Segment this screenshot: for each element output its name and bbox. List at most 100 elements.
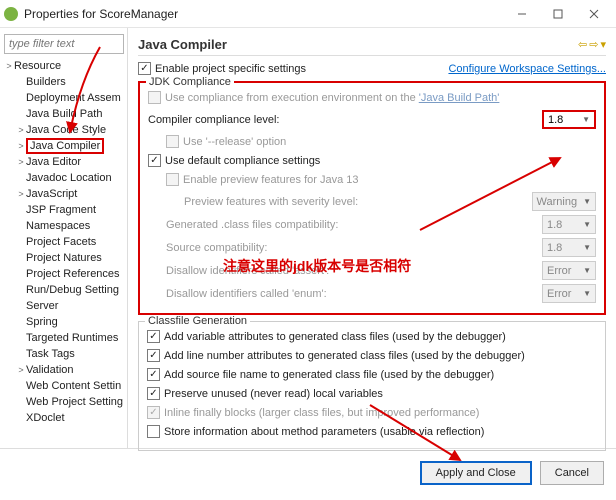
assert-combo: Error▼ bbox=[542, 261, 596, 280]
tree-item-label: Javadoc Location bbox=[26, 172, 112, 184]
footer: Apply and Close Cancel bbox=[0, 448, 616, 496]
expander-icon[interactable]: > bbox=[4, 61, 14, 71]
property-tree: >ResourceBuildersDeployment AssemJava Bu… bbox=[2, 58, 125, 426]
use-release-label: Use '--release' option bbox=[183, 136, 286, 148]
preview-checkbox bbox=[166, 173, 179, 186]
tree-item-label: Server bbox=[26, 300, 58, 312]
preview-sev-combo: Warning▼ bbox=[532, 192, 596, 211]
tree-item-label: Targeted Runtimes bbox=[26, 332, 118, 344]
tree-item-label: Java Compiler bbox=[26, 138, 104, 154]
tree-item-label: Java Editor bbox=[26, 156, 81, 168]
tree-item-label: Web Project Setting bbox=[26, 396, 123, 408]
tree-item-label: Run/Debug Setting bbox=[26, 284, 119, 296]
tree-item[interactable]: Targeted Runtimes bbox=[2, 330, 125, 346]
store-params-checkbox[interactable] bbox=[147, 425, 160, 438]
tree-item-label: JavaScript bbox=[26, 188, 77, 200]
menu-icon[interactable]: ▾ bbox=[600, 38, 606, 51]
jdk-compliance-group: JDK Compliance Use compliance from execu… bbox=[138, 81, 606, 315]
compiler-level-label: Compiler compliance level: bbox=[148, 114, 279, 126]
gen-compat-combo: 1.8▼ bbox=[542, 215, 596, 234]
sidebar: >ResourceBuildersDeployment AssemJava Bu… bbox=[0, 28, 128, 448]
tree-item[interactable]: Deployment Assem bbox=[2, 90, 125, 106]
tree-item[interactable]: Web Content Settin bbox=[2, 378, 125, 394]
tree-item-label: Validation bbox=[26, 364, 74, 376]
tree-item-label: Project Natures bbox=[26, 252, 102, 264]
tree-item[interactable]: Project References bbox=[2, 266, 125, 282]
assert-label: Disallow identifiers called 'assert': bbox=[166, 265, 329, 277]
close-button[interactable] bbox=[576, 0, 612, 28]
src-compat-label: Source compatibility: bbox=[166, 242, 268, 254]
page-title: Java Compiler bbox=[138, 37, 227, 52]
tree-item-label: Java Build Path bbox=[26, 108, 102, 120]
filter-input[interactable] bbox=[4, 34, 124, 54]
tree-item-label: Namespaces bbox=[26, 220, 90, 232]
tree-item[interactable]: Javadoc Location bbox=[2, 170, 125, 186]
tree-item[interactable]: Run/Debug Setting bbox=[2, 282, 125, 298]
use-default-checkbox[interactable] bbox=[148, 154, 161, 167]
tree-item-label: Web Content Settin bbox=[26, 380, 121, 392]
tree-item-label: Deployment Assem bbox=[26, 92, 121, 104]
tree-item-label: JSP Fragment bbox=[26, 204, 96, 216]
cancel-button[interactable]: Cancel bbox=[540, 461, 604, 485]
tree-item[interactable]: >Java Editor bbox=[2, 154, 125, 170]
tree-item[interactable]: Spring bbox=[2, 314, 125, 330]
tree-item[interactable]: Web Project Setting bbox=[2, 394, 125, 410]
src-file-checkbox[interactable] bbox=[147, 368, 160, 381]
classfile-legend: Classfile Generation bbox=[145, 315, 250, 327]
var-attr-checkbox[interactable] bbox=[147, 330, 160, 343]
gen-compat-label: Generated .class files compatibility: bbox=[166, 219, 338, 231]
tree-item-label: Project Facets bbox=[26, 236, 96, 248]
enable-project-specific-label: Enable project specific settings bbox=[155, 63, 306, 75]
expander-icon[interactable]: > bbox=[16, 141, 26, 151]
preview-label: Enable preview features for Java 13 bbox=[183, 174, 359, 186]
back-icon[interactable]: ⇦ bbox=[578, 38, 587, 51]
titlebar: Properties for ScoreManager bbox=[0, 0, 616, 28]
tree-item[interactable]: >Resource bbox=[2, 58, 125, 74]
tree-item[interactable]: >Java Compiler bbox=[2, 138, 125, 154]
enable-project-specific-checkbox[interactable] bbox=[138, 62, 151, 75]
tree-item-label: Spring bbox=[26, 316, 58, 328]
use-release-checkbox bbox=[166, 135, 179, 148]
tree-item[interactable]: Project Natures bbox=[2, 250, 125, 266]
tree-item-label: Builders bbox=[26, 76, 66, 88]
tree-item[interactable]: JSP Fragment bbox=[2, 202, 125, 218]
enum-combo: Error▼ bbox=[542, 284, 596, 303]
tree-item[interactable]: Builders bbox=[2, 74, 125, 90]
preview-sev-label: Preview features with severity level: bbox=[184, 196, 358, 208]
expander-icon[interactable]: > bbox=[16, 189, 26, 199]
window-title: Properties for ScoreManager bbox=[24, 7, 504, 21]
app-icon bbox=[4, 7, 18, 21]
inline-finally-checkbox bbox=[147, 406, 160, 419]
tree-item[interactable]: >Validation bbox=[2, 362, 125, 378]
configure-workspace-link[interactable]: Configure Workspace Settings... bbox=[448, 63, 606, 75]
chevron-down-icon: ▼ bbox=[582, 115, 590, 124]
use-exec-env-label: Use compliance from execution environmen… bbox=[165, 92, 499, 104]
use-default-label: Use default compliance settings bbox=[165, 155, 320, 167]
tree-item[interactable]: >JavaScript bbox=[2, 186, 125, 202]
tree-item[interactable]: Java Build Path bbox=[2, 106, 125, 122]
tree-item-label: Project References bbox=[26, 268, 120, 280]
tree-item[interactable]: Project Facets bbox=[2, 234, 125, 250]
use-exec-env-checkbox bbox=[148, 91, 161, 104]
compiler-level-combo[interactable]: 1.8▼ bbox=[542, 110, 596, 129]
tree-item[interactable]: >Java Code Style bbox=[2, 122, 125, 138]
tree-item[interactable]: Task Tags bbox=[2, 346, 125, 362]
preserve-unused-checkbox[interactable] bbox=[147, 387, 160, 400]
tree-item[interactable]: Namespaces bbox=[2, 218, 125, 234]
minimize-button[interactable] bbox=[504, 0, 540, 28]
tree-item-label: Resource bbox=[14, 60, 61, 72]
tree-item[interactable]: XDoclet bbox=[2, 410, 125, 426]
forward-icon[interactable]: ⇨ bbox=[589, 38, 598, 51]
maximize-button[interactable] bbox=[540, 0, 576, 28]
tree-item[interactable]: Server bbox=[2, 298, 125, 314]
expander-icon[interactable]: > bbox=[16, 365, 26, 375]
line-num-checkbox[interactable] bbox=[147, 349, 160, 362]
tree-item-label: Java Code Style bbox=[26, 124, 106, 136]
tree-item-label: Task Tags bbox=[26, 348, 75, 360]
enum-label: Disallow identifiers called 'enum': bbox=[166, 288, 327, 300]
apply-close-button[interactable]: Apply and Close bbox=[420, 461, 532, 485]
expander-icon[interactable]: > bbox=[16, 125, 26, 135]
main-panel: Java Compiler ⇦ ⇨ ▾ Enable project speci… bbox=[128, 28, 616, 448]
expander-icon[interactable]: > bbox=[16, 157, 26, 167]
classfile-group: Classfile Generation Add variable attrib… bbox=[138, 321, 606, 451]
